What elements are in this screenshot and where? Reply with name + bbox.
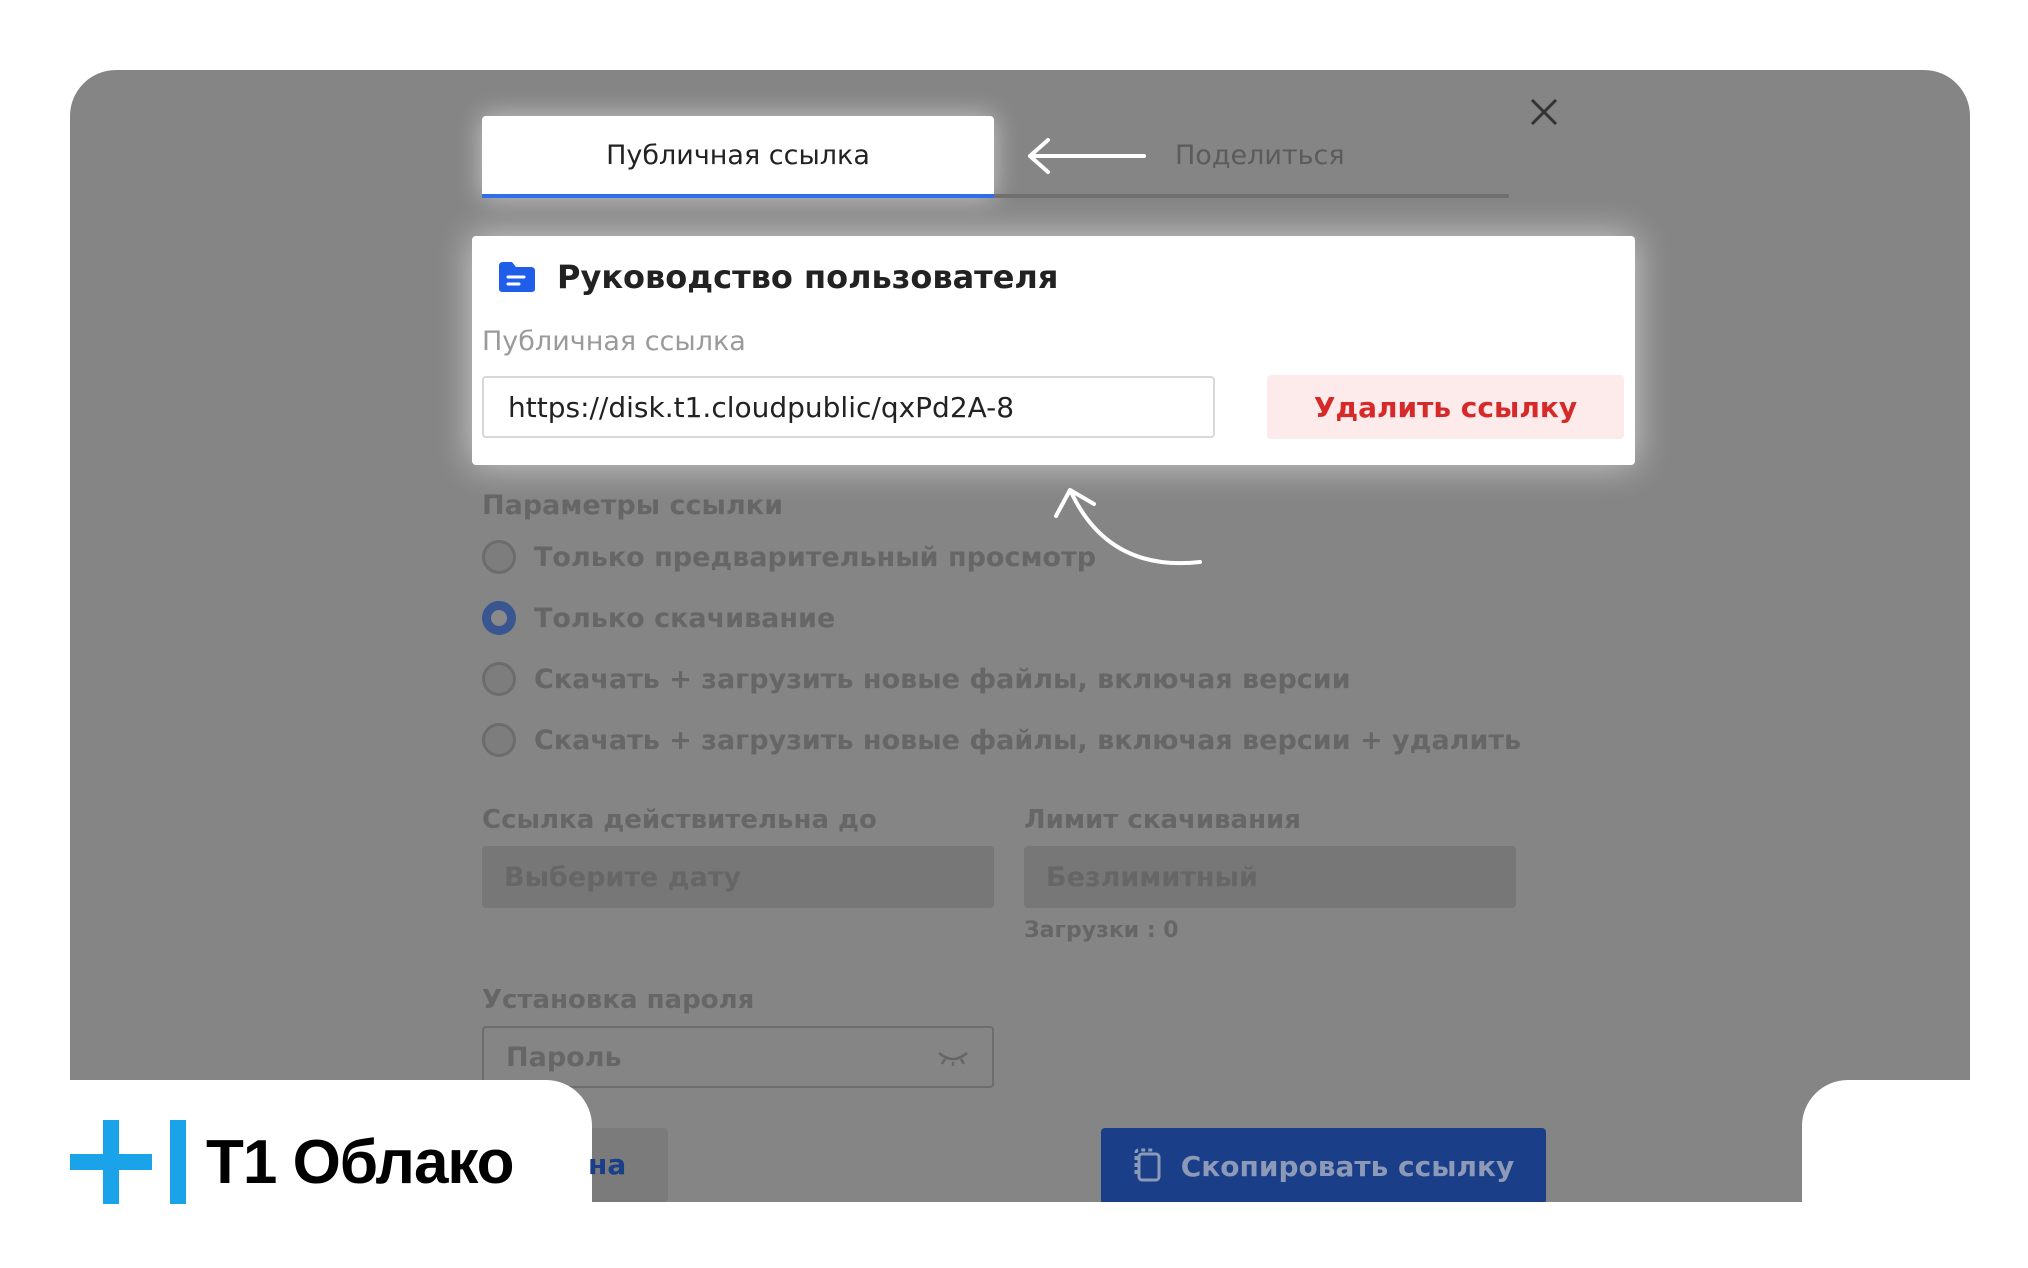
- limit-value: Безлимитный: [1046, 861, 1258, 893]
- radio-download-upload[interactable]: Скачать + загрузить новые файлы, включая…: [482, 662, 1351, 696]
- limit-label: Лимит скачивания: [1024, 805, 1301, 835]
- radio-circle[interactable]: [482, 662, 516, 696]
- radio-download-only[interactable]: Только скачивание: [482, 601, 835, 635]
- brand-logo: Т1 Облако: [70, 1120, 515, 1204]
- password-placeholder: Пароль: [506, 1041, 622, 1073]
- radio-circle-selected[interactable]: [482, 601, 516, 635]
- file-title: Руководство пользователя: [497, 258, 1058, 296]
- pointer-arrow-icon: [1028, 138, 1146, 174]
- cancel-button-label-fragment: на: [588, 1148, 627, 1181]
- file-title-text: Руководство пользователя: [557, 258, 1059, 296]
- copy-link-label: Скопировать ссылку: [1180, 1149, 1515, 1183]
- tab-public-link-label: Публичная ссылка: [606, 139, 870, 171]
- radio-circle[interactable]: [482, 723, 516, 757]
- t1-logo-icon: [70, 1120, 186, 1204]
- expiry-placeholder: Выберите дату: [504, 861, 742, 893]
- delete-link-label: Удалить ссылку: [1313, 390, 1578, 424]
- password-label: Установка пароля: [482, 985, 755, 1015]
- folder-icon: [499, 262, 535, 292]
- radio-preview-only[interactable]: Только предварительный просмотр: [482, 540, 1096, 574]
- public-link-input[interactable]: https://disk.t1.cloudpublic/qxPd2A-8: [482, 376, 1215, 438]
- tab-public-link[interactable]: Публичная ссылка: [482, 116, 994, 198]
- expiry-label: Ссылка действительна до: [482, 805, 877, 835]
- radio-label: Скачать + загрузить новые файлы, включая…: [534, 724, 1522, 756]
- copy-icon: [1134, 1148, 1161, 1182]
- downloads-count: Загрузки : 0: [1024, 918, 1179, 943]
- brand-name: Т1 Облако: [206, 1127, 515, 1197]
- radio-label: Только скачивание: [534, 602, 836, 634]
- radio-circle[interactable]: [482, 540, 516, 574]
- radio-label: Скачать + загрузить новые файлы, включая…: [534, 663, 1351, 695]
- close-icon: [1530, 98, 1558, 126]
- radio-label: Только предварительный просмотр: [534, 541, 1097, 573]
- tab-share[interactable]: Поделиться: [1175, 140, 1345, 171]
- tab-underline: [994, 194, 1509, 198]
- link-params-title: Параметры ссылки: [482, 490, 783, 521]
- public-link-value: https://disk.t1.cloudpublic/qxPd2A-8: [508, 390, 1015, 424]
- dimmed-screenshot-frame: Публичная ссылка Поделиться Руководство …: [70, 70, 1970, 1202]
- radio-download-upload-delete[interactable]: Скачать + загрузить новые файлы, включая…: [482, 723, 1521, 757]
- password-field[interactable]: Пароль: [482, 1026, 994, 1088]
- download-limit-field[interactable]: Безлимитный: [1024, 846, 1516, 908]
- copy-link-button[interactable]: Скопировать ссылку: [1101, 1128, 1546, 1202]
- public-link-card: Руководство пользователя Публичная ссылк…: [472, 236, 1635, 465]
- eye-closed-icon[interactable]: [936, 1047, 970, 1067]
- expiry-date-field[interactable]: Выберите дату: [482, 846, 994, 908]
- close-button[interactable]: [1522, 90, 1566, 134]
- delete-link-button[interactable]: Удалить ссылку: [1267, 375, 1624, 439]
- public-link-label: Публичная ссылка: [482, 326, 746, 357]
- corner-cutout: [1802, 1080, 2028, 1268]
